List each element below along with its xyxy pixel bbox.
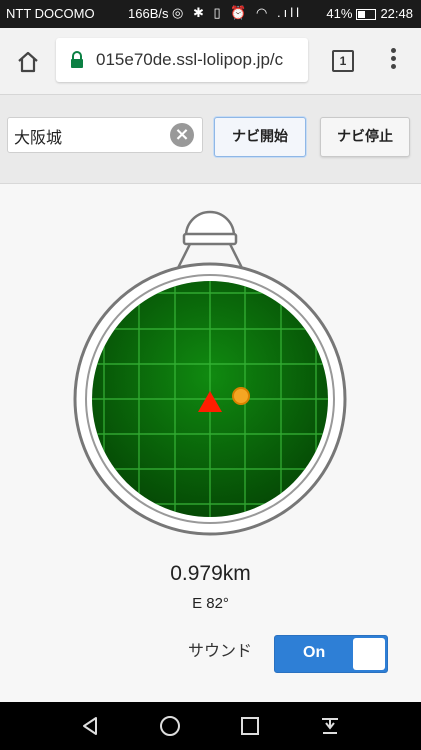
destination-input[interactable]: 大阪城 × — [7, 117, 203, 153]
lock-icon — [71, 51, 83, 68]
start-nav-button[interactable]: ナビ開始 — [214, 117, 306, 157]
status-bar: NTT DOCOMO 166B/s ◎ ✱ ▯ ⏰ ◠ .ıll 41% 22:4… — [0, 0, 421, 28]
url-text: 015e70de.ssl-lolipop.jp/c — [96, 50, 284, 69]
battery-percent: 41% — [326, 6, 353, 21]
toggle-state-text: On — [303, 644, 326, 661]
browser-toolbar: 015e70de.ssl-lolipop.jp/c 1 — [0, 28, 421, 95]
notification-pull-icon[interactable] — [318, 714, 342, 738]
back-icon[interactable] — [78, 714, 102, 738]
destination-value: 大阪城 — [14, 128, 63, 147]
sound-toggle[interactable]: On — [274, 635, 388, 673]
toggle-knob[interactable] — [353, 638, 385, 670]
network-rate: 166B/s — [128, 6, 169, 21]
overflow-menu-icon[interactable] — [388, 48, 398, 74]
clear-icon[interactable]: × — [170, 123, 194, 147]
radar-graphic — [73, 210, 347, 536]
stop-nav-button[interactable]: ナビ停止 — [320, 117, 410, 157]
status-right: 41% 22:48 — [326, 6, 413, 21]
tab-switcher-button[interactable]: 1 — [332, 50, 354, 72]
sound-label: サウンド — [188, 641, 253, 660]
battery-icon — [356, 9, 377, 21]
nav-controls: 大阪城 × ナビ開始 ナビ停止 — [0, 95, 421, 184]
carrier-label: NTT DOCOMO — [6, 6, 95, 21]
distance-readout: 0.979km — [170, 562, 251, 585]
system-nav-bar — [0, 702, 421, 750]
target-dot-icon — [232, 387, 250, 405]
recents-icon[interactable] — [238, 714, 262, 738]
signal-icon: .ıll — [276, 5, 302, 20]
address-bar[interactable]: 015e70de.ssl-lolipop.jp/c — [56, 38, 308, 82]
clock: 22:48 — [380, 6, 413, 21]
home-nav-icon[interactable] — [158, 714, 182, 738]
radar — [0, 184, 421, 554]
bearing-readout: E 82° — [192, 595, 229, 612]
home-icon[interactable] — [16, 50, 40, 74]
status-icons: ◎ ✱ ▯ ⏰ ◠ .ıll — [172, 5, 302, 20]
